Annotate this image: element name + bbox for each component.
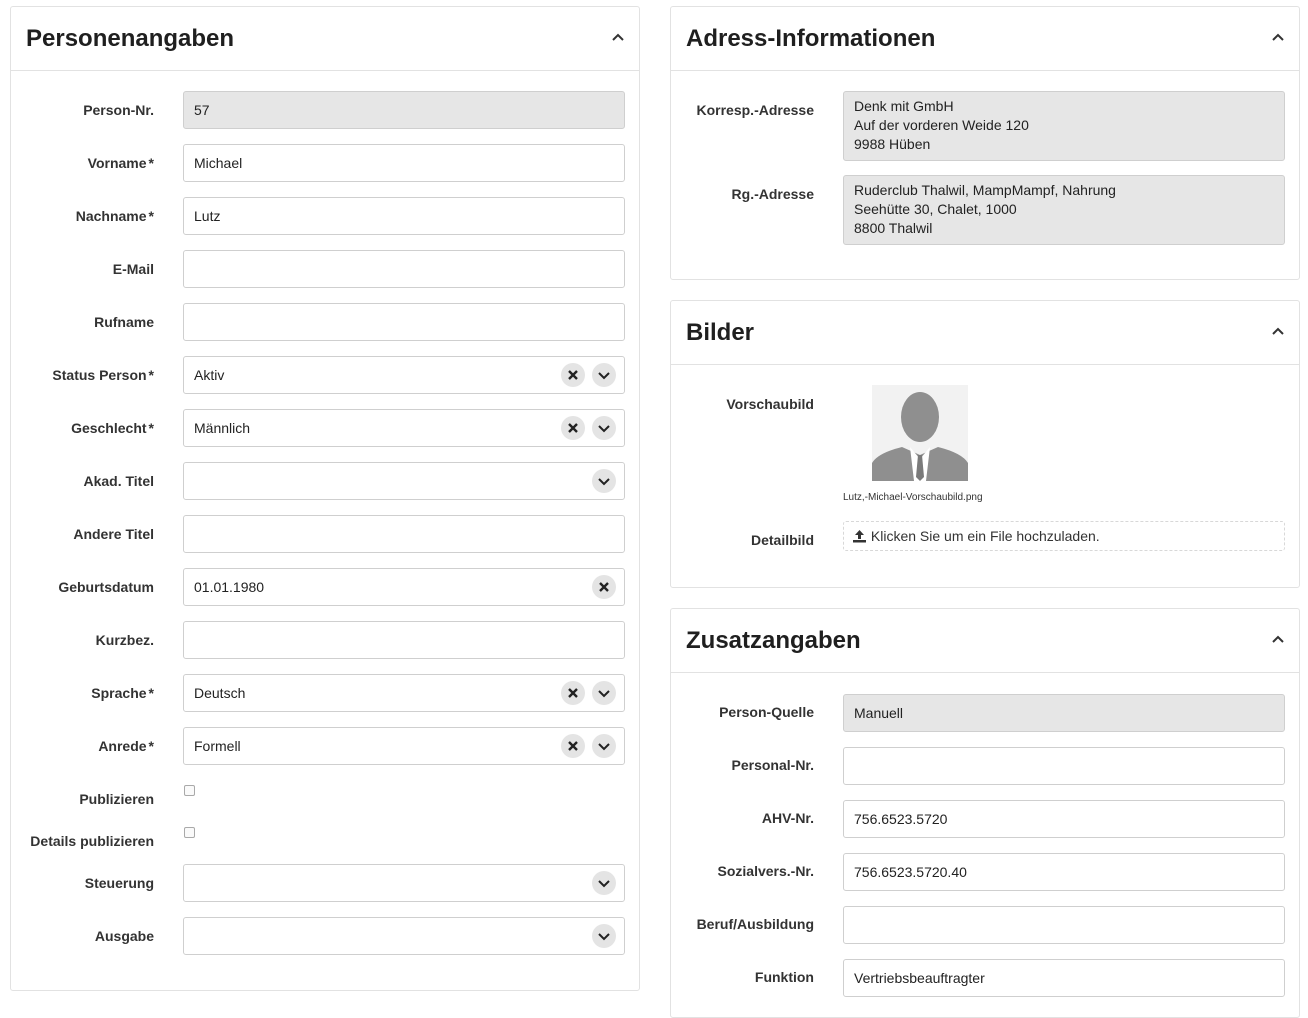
vorname-label: Vorname * <box>87 155 154 171</box>
details-publizieren-checkbox[interactable] <box>184 827 195 838</box>
panel-title: Bilder <box>686 319 755 346</box>
steuerung-select[interactable] <box>183 864 625 902</box>
chevron-down-icon[interactable] <box>592 734 616 758</box>
chevron-down-icon[interactable] <box>592 924 616 948</box>
status-person-select[interactable]: Aktiv <box>183 356 625 394</box>
nachname-label: Nachname * <box>75 208 154 224</box>
email-input[interactable] <box>183 250 625 288</box>
steuerung-label: Steuerung <box>84 875 154 891</box>
clear-icon[interactable] <box>561 416 585 440</box>
ahv-nr-input[interactable]: 756.6523.5720 <box>843 800 1285 838</box>
rufname-label: Rufname <box>94 314 154 330</box>
chevron-up-icon[interactable] <box>1271 633 1285 647</box>
chevron-up-icon[interactable] <box>1271 31 1285 45</box>
anrede-select[interactable]: Formell <box>183 727 625 765</box>
chevron-up-icon[interactable] <box>611 31 625 45</box>
rg-adresse-label: Rg.-Adresse <box>731 186 814 202</box>
korresp-adresse-field: Denk mit GmbH Auf der vorderen Weide 120… <box>843 91 1285 161</box>
geburtsdatum-input[interactable]: 01.01.1980 <box>183 568 625 606</box>
address-line: Seehütte 30, Chalet, 1000 <box>854 201 1017 217</box>
sozialvers-nr-input[interactable]: 756.6523.5720.40 <box>843 853 1285 891</box>
personal-nr-input[interactable] <box>843 747 1285 785</box>
address-line: Ruderclub Thalwil, MampMampf, Nahrung <box>854 182 1116 198</box>
funktion-label: Funktion <box>754 969 814 985</box>
akad-titel-label: Akad. Titel <box>83 473 154 489</box>
korresp-adresse-label: Korresp.-Adresse <box>696 102 815 118</box>
ausgabe-label: Ausgabe <box>94 928 154 944</box>
anrede-value: Formell <box>194 738 241 754</box>
sprache-value: Deutsch <box>194 685 246 701</box>
image-filename: Lutz,-Michael-Vorschaubild.png <box>843 492 983 503</box>
person-silhouette-icon <box>872 392 968 481</box>
panel-header: Personenangaben <box>11 7 639 71</box>
person-nr-label: Person-Nr. <box>83 102 154 118</box>
status-person-label: Status Person * <box>52 367 154 383</box>
clear-icon[interactable] <box>561 681 585 705</box>
address-line: Auf der vorderen Weide 120 <box>854 117 1029 133</box>
geschlecht-value: Männlich <box>194 420 251 436</box>
geburtsdatum-value: 01.01.1980 <box>194 579 265 595</box>
clear-icon[interactable] <box>561 734 585 758</box>
person-quelle-field: Manuell <box>843 694 1285 732</box>
akad-titel-select[interactable] <box>183 462 625 500</box>
beruf-ausbildung-input[interactable] <box>843 906 1285 944</box>
panel-header: Adress-Informationen <box>671 7 1299 71</box>
address-line: 9988 Hüben <box>854 136 931 152</box>
vorschaubild-label: Vorschaubild <box>726 396 814 412</box>
detailbild-label: Detailbild <box>750 532 814 548</box>
geschlecht-label: Geschlecht * <box>71 420 154 436</box>
upload-icon <box>852 524 867 552</box>
rg-adresse-field: Ruderclub Thalwil, MampMampf, Nahrung Se… <box>843 175 1285 245</box>
publizieren-checkbox[interactable] <box>184 785 195 796</box>
personenangaben-panel: Personenangaben Person-Nr. 57 Vorname * M… <box>10 6 640 991</box>
panel-header: Bilder <box>671 301 1299 365</box>
panel-title: Zusatzangaben <box>686 627 861 654</box>
avatar[interactable] <box>872 385 968 481</box>
beruf-ausbildung-label: Beruf/Ausbildung <box>696 916 814 932</box>
chevron-down-icon[interactable] <box>592 416 616 440</box>
kurzbez-label: Kurzbez. <box>95 632 154 648</box>
chevron-down-icon[interactable] <box>592 681 616 705</box>
address-line: 8800 Thalwil <box>854 220 933 236</box>
rufname-input[interactable] <box>183 303 625 341</box>
panel-title: Adress-Informationen <box>686 25 936 52</box>
andere-titel-input[interactable] <box>183 515 625 553</box>
upload-text: Klicken Sie um ein File hochzuladen. <box>870 528 1100 544</box>
geschlecht-select[interactable]: Männlich <box>183 409 625 447</box>
upload-dropzone[interactable]: Klicken Sie um ein File hochzuladen. <box>843 521 1285 551</box>
panel-header: Zusatzangaben <box>671 609 1299 673</box>
email-label: E-Mail <box>112 261 154 277</box>
publizieren-label: Publizieren <box>79 791 154 807</box>
address-line: Denk mit GmbH <box>854 98 954 114</box>
zusatzangaben-panel: Zusatzangaben Person-Quelle Manuell Pers… <box>670 608 1300 1018</box>
person-nr-field: 57 <box>183 91 625 129</box>
chevron-down-icon[interactable] <box>592 469 616 493</box>
sozialvers-nr-label: Sozialvers.-Nr. <box>717 863 815 879</box>
sprache-label: Sprache * <box>91 685 154 701</box>
status-person-value: Aktiv <box>194 367 225 383</box>
adress-informationen-panel: Adress-Informationen Korresp.-Adresse De… <box>670 6 1300 280</box>
bilder-panel: Bilder Vorschaubild Lutz,-Michael-Vorsch… <box>670 300 1300 588</box>
clear-icon[interactable] <box>592 575 616 599</box>
funktion-input[interactable]: Vertriebsbeauftragter <box>843 959 1285 997</box>
ausgabe-select[interactable] <box>183 917 625 955</box>
chevron-up-icon[interactable] <box>1271 325 1285 339</box>
sprache-select[interactable]: Deutsch <box>183 674 625 712</box>
ahv-nr-label: AHV-Nr. <box>761 810 814 826</box>
personal-nr-label: Personal-Nr. <box>731 757 814 773</box>
panel-title: Personenangaben <box>26 25 235 52</box>
chevron-down-icon[interactable] <box>592 871 616 895</box>
nachname-input[interactable]: Lutz <box>183 197 625 235</box>
kurzbez-input[interactable] <box>183 621 625 659</box>
vorname-input[interactable]: Michael <box>183 144 625 182</box>
andere-titel-label: Andere Titel <box>73 526 154 542</box>
clear-icon[interactable] <box>561 363 585 387</box>
chevron-down-icon[interactable] <box>592 363 616 387</box>
details-publizieren-label: Details publizieren <box>30 833 154 849</box>
person-quelle-label: Person-Quelle <box>719 704 814 720</box>
anrede-label: Anrede * <box>98 738 154 754</box>
geburtsdatum-label: Geburtsdatum <box>58 579 154 595</box>
